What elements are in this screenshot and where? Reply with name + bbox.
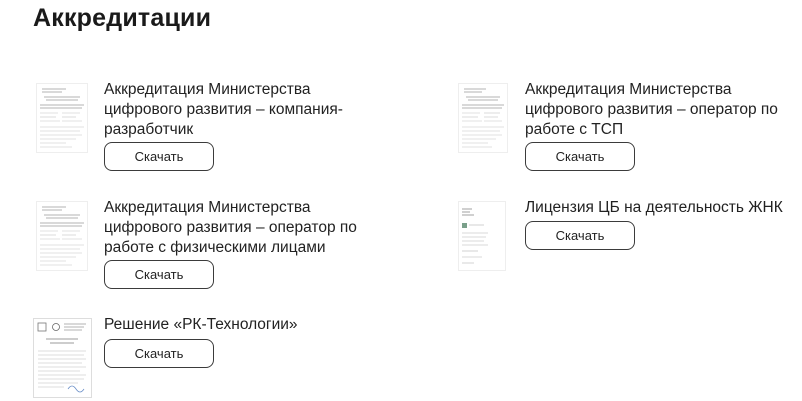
document-title: Аккредитация Министерства цифрового разв… (525, 81, 778, 138)
download-button[interactable]: Скачать (104, 260, 214, 289)
document-title: Аккредитация Министерства цифрового разв… (104, 199, 357, 256)
document-title: Лицензия ЦБ на деятельность ЖНК (525, 199, 783, 216)
page-title: Аккредитации (33, 4, 212, 32)
document-title: Решение «РК-Технологии» (104, 316, 298, 333)
download-button[interactable]: Скачать (525, 221, 635, 250)
download-button[interactable]: Скачать (104, 339, 214, 368)
document-thumbnail-icon[interactable] (458, 83, 508, 153)
document-thumbnail-icon[interactable] (33, 318, 92, 398)
document-thumbnail-icon[interactable] (36, 83, 88, 153)
download-button[interactable]: Скачать (525, 142, 635, 171)
document-thumbnail-icon[interactable] (36, 201, 88, 271)
download-button[interactable]: Скачать (104, 142, 214, 171)
document-thumbnail-icon[interactable] (458, 201, 506, 271)
document-title: Аккредитация Министерства цифрового разв… (104, 81, 343, 138)
